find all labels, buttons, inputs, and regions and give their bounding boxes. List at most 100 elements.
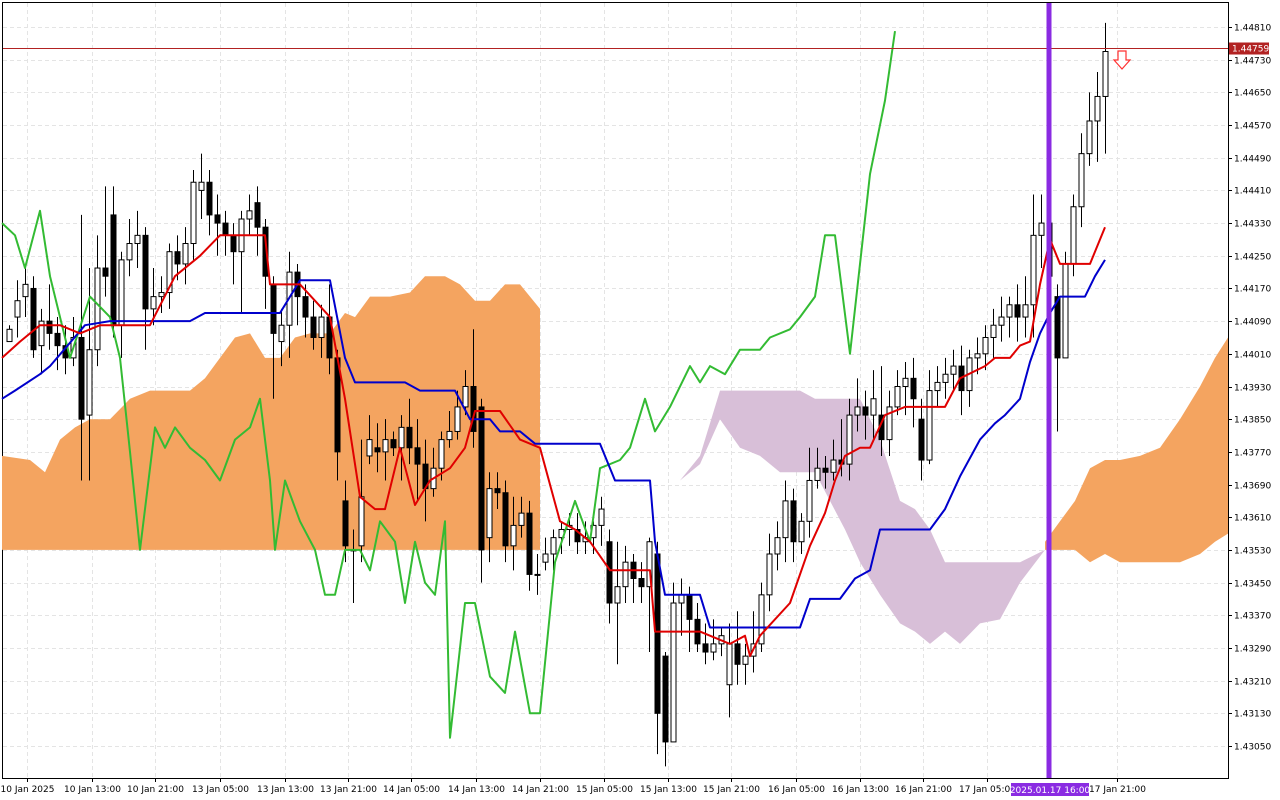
candle [6,325,13,343]
x-tick-label: 10 Jan 2025 [1,785,55,795]
candle [294,263,301,326]
candle-body-bear [494,488,501,494]
candle [670,582,677,743]
candle [198,153,205,220]
candle-body-bear [406,426,413,449]
candle [222,210,229,256]
candle-body-bull [598,508,605,526]
candle [206,169,213,236]
candle-body-bull [22,283,29,298]
candle [502,480,509,563]
candle-body-bear [414,447,421,465]
candle-body-bull [1022,304,1029,318]
candle-body-bear [110,214,117,326]
price-axis: 1.44810 1.44730 1.44650 1.44570 1.44490 1.444… [1228,24,1271,753]
candle-body-bull [950,365,957,375]
plot-area-border [2,2,1229,779]
candle-body-bear [30,287,37,351]
candle [622,545,629,604]
candle-body-bull [182,243,189,265]
candle-body-bull [398,426,405,449]
candle-body-bear [374,447,381,453]
y-tick-label: 1.43370 [1234,612,1271,622]
x-tick-label: 16 Jan 21:00 [895,785,952,795]
candle-body-bull [550,537,557,555]
candle-body-bear [78,336,85,420]
candle [654,541,661,755]
candle-body-bull [942,373,949,383]
candle-body-bull [766,553,773,596]
candle [598,496,605,546]
candle-body-bear [502,492,509,547]
candle-body-bear [910,377,917,400]
y-tick-label: 1.43930 [1234,384,1271,394]
candle-body-bull [158,292,165,298]
y-tick-label: 1.43450 [1234,580,1271,590]
candle-body-bull [1006,304,1013,318]
candle-body-bear [686,594,693,620]
candle-body-bull [134,234,141,245]
candle-body-bear [790,500,797,543]
candle-body-bear [606,541,613,604]
candle-body-bull [358,496,365,547]
y-tick-label: 1.44250 [1234,253,1271,263]
candle-body-bull [1038,222,1045,236]
candle [38,308,45,375]
candle [214,194,221,256]
candle-body-bull [1086,120,1093,155]
candle [758,582,765,653]
x-tick-label: 14 Jan 21:00 [512,785,569,795]
candle [766,533,773,612]
candle [1078,133,1085,228]
candle [118,251,125,358]
y-tick-label: 1.44330 [1234,220,1271,230]
candle-body-bear [702,643,709,653]
candle [678,578,685,636]
candle-body-bull [278,324,285,343]
candle-body-bear [310,316,317,338]
candle [638,562,645,604]
candle-body-bull [710,643,717,653]
candle-body-bull [782,500,789,539]
x-tick-label: 16 Jan 13:00 [832,785,889,795]
candle-body-bull [454,406,461,432]
y-tick-label: 1.43770 [1234,449,1271,459]
y-tick-label: 1.44650 [1234,89,1271,99]
candle-body-bull [806,479,813,522]
candle-body-bull [1070,206,1077,265]
candle [742,643,749,685]
candle-body-bull [678,594,685,604]
candle-body-bull [934,381,941,392]
candle [1022,276,1029,338]
candle [710,619,717,661]
candle-body-bear [270,283,277,334]
price-chart[interactable]: 1.44810 1.44730 1.44650 1.44570 1.44490 1.444… [0,0,1280,800]
x-tick-label: 17 Jan 21:00 [1089,785,1146,795]
candle-body-bull [870,398,877,416]
candle [110,186,117,338]
candle [998,296,1005,342]
candle [750,611,757,673]
candle [166,243,173,309]
candle-body-bull [86,349,93,416]
candle-body-bear [222,222,229,236]
candle-body-bull [14,300,21,318]
candle [30,276,37,358]
candle [734,611,741,685]
candle-body-bull [854,406,861,416]
candle [774,521,781,571]
candle-body-bull [1078,153,1085,208]
x-tick-label: 15 Jan 21:00 [703,785,760,795]
candle [46,284,53,350]
candle-body-bear [822,467,829,473]
candle-body-bull [902,377,909,388]
x-tick-label: 10 Jan 13:00 [64,785,121,795]
candle-body-bear [1014,304,1021,318]
candle-body-bull [6,328,13,343]
candle [950,349,957,391]
candle [238,210,245,313]
y-tick-label: 1.44010 [1234,351,1271,361]
x-tick-label: 15 Jan 13:00 [640,785,697,795]
candle [542,537,549,571]
candle [910,357,917,428]
